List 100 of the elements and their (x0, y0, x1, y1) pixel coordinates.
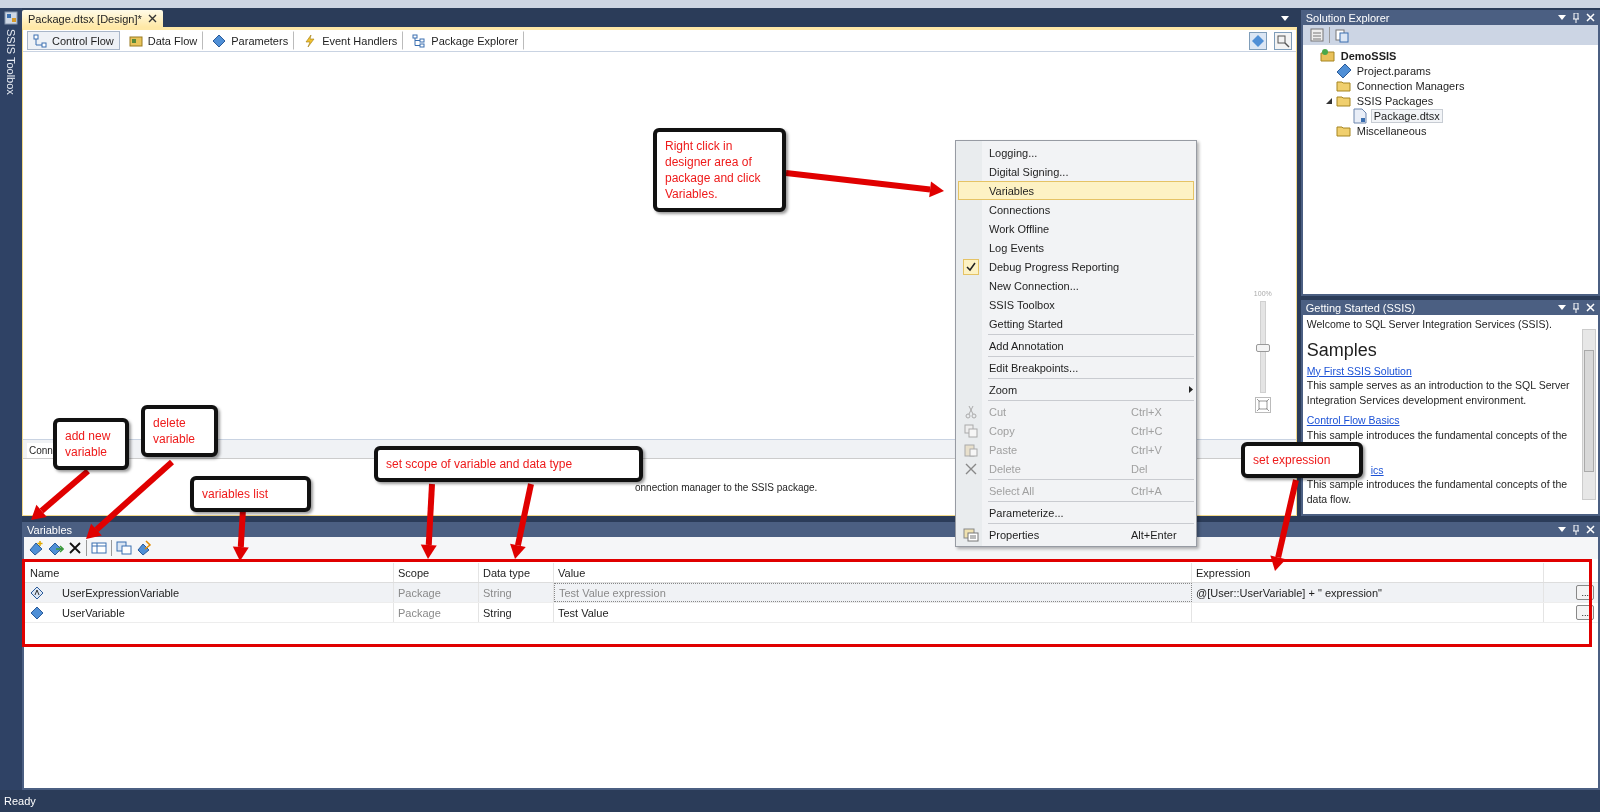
delete-icon[interactable] (68, 541, 82, 555)
toolbox-tab[interactable]: SSIS Toolbox (5, 29, 17, 95)
data-flow-icon (128, 33, 143, 48)
table-cell: String (479, 583, 554, 602)
menu-item[interactable]: Edit Breakpoints... (958, 358, 1194, 377)
clipboard-icon (964, 442, 978, 457)
add-variable-icon[interactable] (28, 540, 44, 556)
variable-icon (30, 605, 44, 620)
collapse-icon[interactable] (1325, 97, 1332, 104)
menu-item[interactable]: New Connection... (958, 276, 1194, 295)
panel-title: Solution Explorer (1305, 11, 1390, 24)
dropdown-icon[interactable] (1558, 305, 1566, 310)
menu-item[interactable]: Digital Signing... (958, 162, 1194, 181)
dropdown-icon[interactable] (1558, 527, 1566, 532)
sample-description: This sample introduces the fundamental concepts of the data flow. (1306, 477, 1569, 506)
menu-item[interactable]: Add Annotation (958, 336, 1194, 355)
sample-link[interactable]: Control Flow Basics (1306, 413, 1400, 428)
designer-tab[interactable]: Parameters (206, 31, 295, 50)
dropdown-icon[interactable] (1280, 16, 1289, 21)
scissors-icon (964, 404, 978, 419)
flow-icon (33, 33, 47, 48)
panel-title: Getting Started (SSIS) (1305, 301, 1416, 314)
tree-item[interactable]: Package.dtsx (1370, 108, 1443, 123)
panel-title: Variables (27, 523, 73, 536)
sample-link[interactable]: ics (1370, 462, 1384, 477)
pin-icon[interactable] (1572, 12, 1580, 23)
variable-row[interactable]: UserExpressionVariable Package String Test Value expression @[User::UserVariable] + " expression" ... (24, 583, 1598, 603)
show-files-icon[interactable] (1333, 27, 1350, 43)
submenu-arrow-icon (1189, 386, 1193, 393)
table-cell: Package (394, 603, 479, 622)
lightning-icon (303, 33, 318, 48)
column-header[interactable]: Scope (394, 563, 479, 582)
zoom-icon[interactable] (1273, 31, 1292, 50)
table-cell-text: UserVariable (61, 606, 125, 619)
status-text: Ready (4, 795, 36, 807)
move-variable-icon[interactable] (48, 540, 64, 556)
section-heading: Samples (1306, 338, 1378, 362)
menu-item[interactable]: Logging... (958, 143, 1194, 162)
dropdown-icon[interactable] (1558, 15, 1566, 20)
menu-item[interactable]: Getting Started (958, 314, 1194, 333)
callout: delete variable (141, 405, 218, 457)
menu-item[interactable]: Zoom (958, 380, 1194, 399)
sample-description: This sample serves as an introduction to the SQL Server Integration Services development environment. (1306, 378, 1571, 407)
diamond-icon (212, 33, 227, 48)
document-tab[interactable]: Package.dtsx [Design]* (22, 10, 163, 27)
menu-item[interactable]: Log Events (958, 238, 1194, 257)
tree-item[interactable]: Miscellaneous (1354, 124, 1429, 137)
copy-icon (964, 423, 978, 438)
diamond-icon[interactable] (1248, 31, 1267, 50)
table-cell-text: UserExpressionVariable (61, 586, 180, 599)
tree-item[interactable]: SSIS Packages (1354, 94, 1436, 107)
menu-item[interactable]: Parameterize... (958, 503, 1194, 522)
designer-tab[interactable]: Data Flow (122, 31, 204, 50)
tree-item[interactable]: DemoSSIS (1338, 49, 1399, 62)
grid-options-icon[interactable] (91, 540, 107, 556)
menu-item[interactable]: Properties Alt+Enter (958, 525, 1194, 544)
slider-thumb[interactable] (1255, 344, 1270, 352)
welcome-text: Welcome to SQL Server Integration Services (SSIS). (1306, 317, 1553, 332)
callout: set expression (1241, 442, 1363, 478)
menu-item[interactable]: Debug Progress Reporting (958, 257, 1194, 276)
close-icon[interactable] (147, 14, 157, 23)
column-header[interactable]: Data type (479, 563, 554, 582)
menu-item[interactable]: Work Offline (958, 219, 1194, 238)
package-icon (1351, 107, 1368, 124)
table-cell: @[User::UserVariable] + " expression" (1192, 583, 1544, 602)
designer-tab[interactable]: Package Explorer (406, 31, 525, 50)
sample-description: This sample introduces the fundamental concepts of the (1306, 427, 1569, 443)
tree-icon (412, 33, 427, 48)
column-header[interactable]: Value (554, 563, 1192, 582)
fit-view-icon[interactable] (1254, 397, 1271, 413)
callout: set scope of variable and data type (374, 446, 643, 482)
designer-tab[interactable]: Control Flow (27, 31, 120, 50)
table-cell: String (479, 603, 554, 622)
designer-tab[interactable]: Event Handlers (297, 31, 404, 50)
variable-row[interactable]: UserVariable Package String Test Value ... (24, 603, 1598, 623)
callout: Right click in designer area of package and click Variables. (653, 128, 786, 212)
table-cell: Package (394, 583, 479, 602)
column-header[interactable]: Name (24, 563, 394, 582)
copy-icon[interactable] (116, 540, 132, 556)
pin-icon[interactable] (1572, 302, 1580, 313)
connection-managers-tab[interactable]: Conn (27, 443, 55, 458)
menu-item[interactable]: SSIS Toolbox (958, 295, 1194, 314)
diamond-icon (1335, 62, 1352, 79)
toolbox-icon[interactable] (4, 11, 18, 25)
pin-icon[interactable] (1572, 524, 1580, 535)
value-field[interactable]: Test Value (554, 603, 1192, 622)
properties-icon (963, 527, 979, 542)
connection-hint: onnection manager to the SSIS package. (635, 482, 818, 493)
sample-link[interactable]: My First SSIS Solution (1306, 363, 1412, 378)
menu-item[interactable]: Variables (958, 181, 1194, 200)
menu-item[interactable]: Connections (958, 200, 1194, 219)
callout: add new variable (53, 418, 129, 470)
project-icon (1319, 47, 1336, 64)
delete-icon (965, 462, 977, 475)
tree-item[interactable]: Connection Managers (1354, 79, 1467, 92)
edit-expression-icon[interactable] (136, 540, 152, 556)
expression-variable-icon (30, 585, 44, 600)
callout: variables list (190, 476, 311, 512)
scrollbar[interactable] (1582, 329, 1596, 500)
tree-item[interactable]: Project.params (1354, 64, 1433, 77)
